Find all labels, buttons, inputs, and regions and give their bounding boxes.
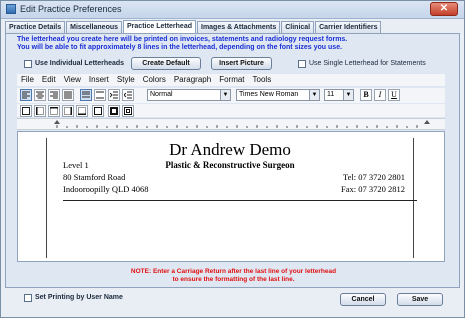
menu-colors[interactable]: Colors [143, 74, 166, 86]
border-thick-button[interactable] [108, 105, 120, 117]
align-left-button[interactable] [20, 89, 32, 101]
font-size-select[interactable]: 11 ▼ [324, 89, 354, 101]
right-indent-marker[interactable] [424, 120, 430, 124]
menu-edit[interactable]: Edit [42, 74, 56, 86]
tab-practice-details[interactable]: Practice Details [5, 21, 66, 33]
border-none-button[interactable] [20, 105, 32, 117]
left-indent-marker[interactable] [54, 120, 60, 124]
border-right-button[interactable] [62, 105, 74, 117]
underline-button[interactable]: U [388, 89, 400, 101]
border-double-button[interactable] [122, 105, 134, 117]
format-toolbar: Normal ▼ Times New Roman ▼ 11 ▼ B I U [17, 88, 445, 103]
menu-insert[interactable]: Insert [89, 74, 109, 86]
letterhead-address-line-1: Level 1 [63, 160, 89, 170]
justify-button[interactable] [62, 89, 74, 101]
chevron-down-icon: ▼ [309, 90, 319, 100]
border-bottom-button[interactable] [76, 105, 88, 117]
align-right-icon [50, 91, 58, 99]
border-left-icon [36, 107, 44, 115]
tab-clinical[interactable]: Clinical [281, 21, 315, 33]
menu-file[interactable]: File [21, 74, 34, 86]
tab-carrier-identifiers[interactable]: Carrier Identifiers [315, 21, 382, 33]
border-thick-icon [110, 107, 118, 115]
border-all-icon [94, 107, 102, 115]
create-default-button[interactable]: Create Default [131, 57, 201, 70]
tab-strip: Practice Details Miscellaneous Practice … [5, 20, 382, 33]
letterhead-name: Dr Andrew Demo [169, 140, 291, 159]
line-spacing-single-button[interactable] [80, 89, 92, 101]
border-bottom-icon [78, 107, 86, 115]
tab-practice-letterhead[interactable]: Practice Letterhead [123, 20, 196, 33]
info-line-2: You will be able to fit approximately 8 … [17, 44, 343, 51]
window-title: Edit Practice Preferences [20, 4, 122, 14]
close-button[interactable]: ✕ [430, 2, 458, 16]
align-right-button[interactable] [48, 89, 60, 101]
info-text: The letterhead you create here will be p… [17, 36, 347, 52]
border-top-button[interactable] [48, 105, 60, 117]
line-spacing-icon [82, 91, 90, 98]
title-bar: Edit Practice Preferences ✕ [1, 1, 464, 19]
align-left-icon [22, 91, 30, 99]
cancel-button[interactable]: Cancel [340, 293, 386, 306]
ruler-scale [54, 120, 430, 128]
chevron-down-icon: ▼ [343, 90, 353, 100]
border-box-icon [22, 107, 30, 115]
line-spacing-double-button[interactable] [94, 89, 106, 101]
border-all-button[interactable] [92, 105, 104, 117]
align-center-icon [36, 91, 44, 99]
justify-icon [64, 91, 72, 99]
indent-icon [110, 91, 118, 99]
border-right-icon [64, 107, 72, 115]
indent-button[interactable] [108, 89, 120, 101]
app-icon [6, 4, 16, 14]
insert-picture-button[interactable]: Insert Picture [211, 57, 272, 70]
border-left-button[interactable] [34, 105, 46, 117]
save-button[interactable]: Save [397, 293, 443, 306]
letterhead-divider [63, 200, 417, 201]
align-center-button[interactable] [34, 89, 46, 101]
set-printing-by-user-checkbox[interactable] [24, 294, 32, 302]
editor-menu-bar: File Edit View Insert Style Colors Parag… [17, 74, 445, 86]
style-select[interactable]: Normal ▼ [147, 89, 231, 101]
style-value: Normal [150, 91, 173, 98]
border-toolbar [17, 104, 445, 117]
letterhead-tel: Tel: 07 3720 2801 [343, 172, 405, 182]
carriage-return-note: NOTE: Enter a Carriage Return after the … [0, 268, 467, 284]
bold-button[interactable]: B [360, 89, 372, 101]
note-line-2: to ensure the formatting of the last lin… [172, 276, 295, 283]
border-top-icon [50, 107, 58, 115]
letterhead-address-line-3: Indooroopilly QLD 4068 [63, 184, 149, 194]
menu-view[interactable]: View [64, 74, 81, 86]
note-line-1: NOTE: Enter a Carriage Return after the … [130, 268, 337, 275]
line-spacing-double-icon [96, 91, 104, 99]
tab-miscellaneous[interactable]: Miscellaneous [66, 21, 123, 33]
letterhead-page: Dr Andrew Demo Plastic & Reconstructive … [46, 138, 417, 258]
menu-paragraph[interactable]: Paragraph [174, 74, 211, 86]
menu-tools[interactable]: Tools [253, 74, 272, 86]
single-letterhead-checkbox[interactable] [298, 60, 306, 68]
font-select[interactable]: Times New Roman ▼ [236, 89, 320, 101]
outdent-icon [124, 91, 132, 99]
individual-letterheads-label: Use Individual Letterheads [35, 60, 125, 67]
menu-style[interactable]: Style [117, 74, 135, 86]
tab-images-attachments[interactable]: Images & Attachments [197, 21, 281, 33]
border-double-icon [124, 107, 132, 115]
menu-format[interactable]: Format [219, 74, 244, 86]
info-line-1: The letterhead you create here will be p… [17, 36, 348, 43]
ruler[interactable] [17, 118, 445, 130]
letterhead-address-line-2: 80 Stamford Road [63, 172, 126, 182]
letterhead-editor[interactable]: Dr Andrew Demo Plastic & Reconstructive … [17, 131, 445, 262]
outdent-button[interactable] [122, 89, 134, 101]
font-value: Times New Roman [239, 91, 299, 98]
single-letterhead-label: Use Single Letterhead for Statements [309, 60, 426, 67]
letterhead-specialty: Plastic & Reconstructive Surgeon [165, 160, 295, 170]
italic-button[interactable]: I [374, 89, 386, 101]
chevron-down-icon: ▼ [220, 90, 230, 100]
font-size-value: 11 [327, 91, 335, 98]
letterhead-fax: Fax: 07 3720 2812 [341, 184, 405, 194]
set-printing-by-user-label: Set Printing by User Name [35, 294, 123, 301]
individual-letterheads-checkbox[interactable] [24, 60, 32, 68]
